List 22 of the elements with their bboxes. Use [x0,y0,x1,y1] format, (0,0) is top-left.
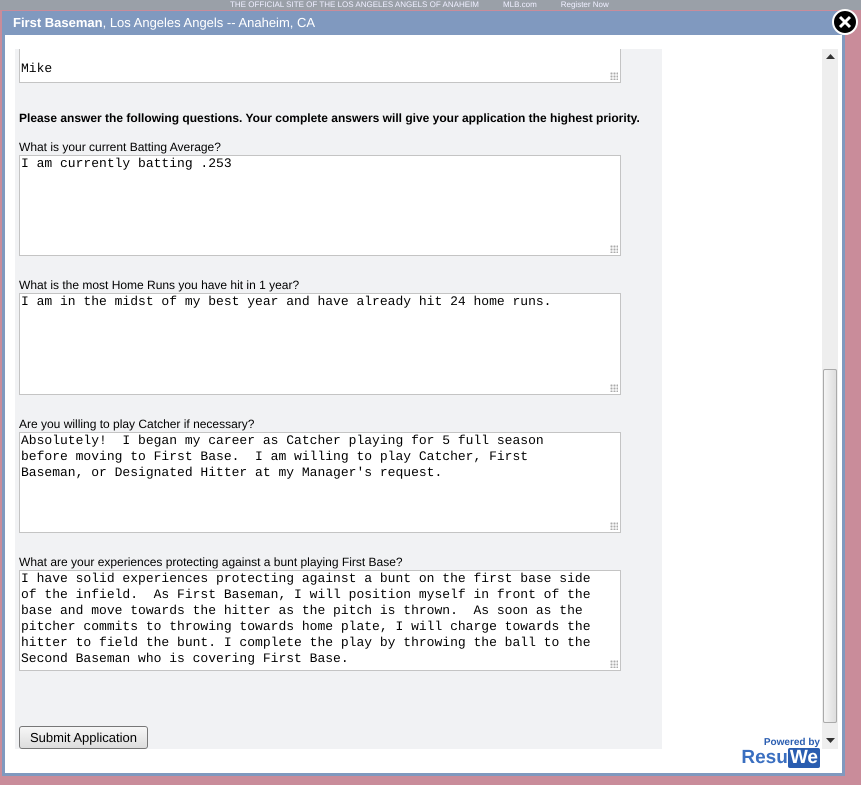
answer-field[interactable]: Absolutely! I began my career as Catcher playing for 5 full season before moving to First Base. I am willing to play Catcher, First Baseman, or Designated Hitter at my Manager's request. [19,432,621,533]
question-label: What is your current Batting Average? [19,140,221,154]
question-label: Are you willing to play Catcher if necessary? [19,416,254,431]
resize-grip-icon[interactable] [610,245,618,254]
resize-grip-icon[interactable] [610,72,618,80]
question-label: What is the most Home Runs you have hit in 1 year? [19,278,300,292]
powered-by-text: Powered by [764,736,820,748]
resize-grip-icon[interactable] [610,522,618,530]
submit-button[interactable]: Submit Application [19,726,148,749]
resize-grip-icon[interactable] [610,660,618,668]
answer-field[interactable]: I have solid experiences protecting against a bunt on the first base side of the infield. As First Baseman, I will position myself in front of the base and move towards the hitter as the pitch is thrown. As soon as the pitcher commits to throwing towards home plate, I will charge towards the hitter to field the bunt. I complete the play by throwing the ball to the Second Baseman who is covering First Base. [19,570,621,671]
instructions-text: Please answer the following questions. Your complete answers will give your application the highest priority. [19,111,640,126]
scrollbar[interactable] [822,48,838,749]
text-area[interactable]: Mike [19,48,621,84]
resize-grip-icon[interactable] [610,384,618,392]
answer-field[interactable]: I am currently batting .253 [19,155,621,256]
scrollbar-thumb[interactable] [823,368,837,723]
resuwe-logo[interactable]: ResuWe [741,748,820,768]
close-icon [838,15,852,29]
answer-field[interactable]: I am in the midst of my best year and have already hit 24 home runs. [19,293,621,395]
dialog-title: First Baseman, Los Angeles Angels -- Anaheim, CA [13,15,316,30]
question-label: What are your experiences protecting against a bunt playing First Base? [19,554,403,569]
